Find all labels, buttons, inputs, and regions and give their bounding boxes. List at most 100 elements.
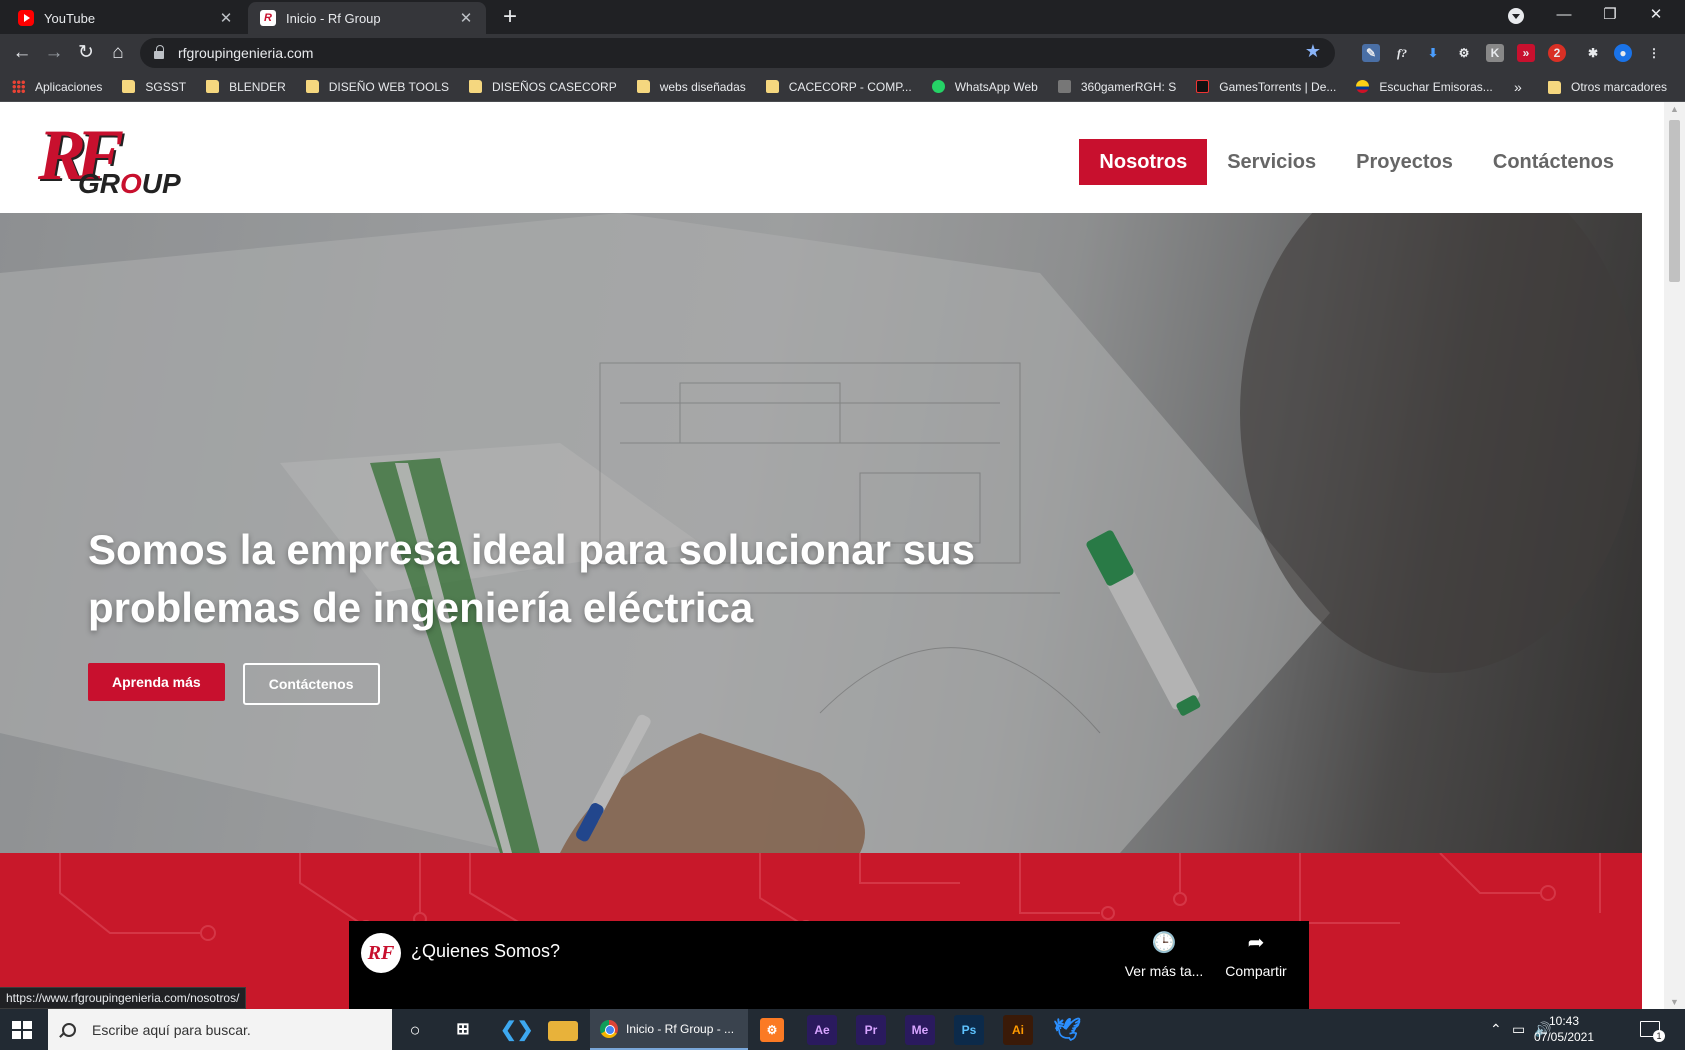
bookmark-sgsst[interactable]: SGSST xyxy=(122,80,186,94)
main-navigation: Nosotros Servicios Proyectos Contáctenos xyxy=(1079,139,1634,185)
folder-icon xyxy=(1548,80,1561,94)
menu-kebab-icon[interactable]: ⋮ xyxy=(1645,44,1663,62)
tray-chevron-icon[interactable]: ⌃ xyxy=(1490,1009,1502,1050)
scrollbar-thumb[interactable] xyxy=(1669,120,1680,282)
bookmark-cacecorp[interactable]: CACECORP - COMP... xyxy=(765,79,912,94)
forward-icon[interactable]: → xyxy=(40,39,68,67)
bookmark-star-icon[interactable]: ★ xyxy=(1305,41,1321,62)
nav-contactenos[interactable]: Contáctenos xyxy=(1473,139,1634,185)
bookmark-webs-disenadas[interactable]: webs diseñadas xyxy=(636,79,746,94)
bookmark-emisoras[interactable]: Escuchar Emisoras... xyxy=(1356,80,1493,94)
channel-logo[interactable]: RF xyxy=(361,933,401,973)
profile-avatar-icon[interactable]: ● xyxy=(1614,44,1632,62)
embedded-video-header[interactable]: RF ¿Quienes Somos? 🕒 Ver más ta... ➦ Com… xyxy=(349,921,1309,1009)
hero-title: Somos la empresa ideal para solucionar s… xyxy=(88,526,976,631)
bookmark-whatsapp[interactable]: WhatsApp Web xyxy=(931,80,1038,94)
nav-servicios[interactable]: Servicios xyxy=(1207,139,1336,185)
extensions-puzzle-icon[interactable]: ✱ xyxy=(1584,44,1602,62)
bookmark-360gamer[interactable]: 360gamerRGH: S xyxy=(1057,80,1176,94)
task-view-icon[interactable]: ⊞ xyxy=(448,1015,478,1045)
extension-k-icon[interactable]: K xyxy=(1486,44,1504,62)
after-effects-icon[interactable]: Ae xyxy=(807,1015,837,1045)
scroll-up-icon[interactable]: ▲ xyxy=(1670,104,1679,114)
bird-app-icon[interactable]: 🕊 xyxy=(1052,1015,1082,1045)
bookmark-label: webs diseñadas xyxy=(659,79,746,94)
notifications-icon[interactable]: 1 xyxy=(1640,1021,1665,1042)
share-button[interactable]: ➦ Compartir xyxy=(1211,931,1301,979)
scroll-down-icon[interactable]: ▼ xyxy=(1670,997,1679,1007)
vscode-icon[interactable]: ❮❯ xyxy=(500,1015,534,1045)
extension-gear-icon[interactable]: ⚙ xyxy=(1455,44,1473,62)
extension-red-icon[interactable]: » xyxy=(1517,44,1535,62)
link-status-bubble: https://www.rfgroupingenieria.com/nosotr… xyxy=(0,987,247,1009)
extension-font-icon[interactable]: f? xyxy=(1393,44,1411,62)
restore-icon[interactable]: ❐ xyxy=(1587,0,1633,30)
extension-badge-icon[interactable]: 2 xyxy=(1548,44,1566,62)
windows-taskbar: Escribe aquí para buscar. ○ ⊞ ❮❯ Inicio … xyxy=(0,1009,1685,1050)
page-viewport: RF GROUP Nosotros Servicios Proyectos Co… xyxy=(0,102,1664,1009)
premiere-icon[interactable]: Pr xyxy=(856,1015,886,1045)
bookmark-blender[interactable]: BLENDER xyxy=(206,80,286,94)
whatsapp-icon xyxy=(931,80,945,93)
watch-later-label: Ver más ta... xyxy=(1124,963,1204,979)
taskbar-clock[interactable]: 10:43 07/05/2021 xyxy=(1528,1013,1600,1045)
url-text[interactable]: rfgroupingenieria.com xyxy=(178,45,313,61)
bookmark-gamestorrents[interactable]: GamesTorrents | De... xyxy=(1196,80,1336,94)
file-explorer-icon[interactable] xyxy=(548,1021,578,1041)
tab-title: YouTube xyxy=(44,10,96,26)
clock-time: 10:43 xyxy=(1548,1014,1580,1028)
new-tab-button[interactable]: + xyxy=(496,4,524,32)
extension-download-icon[interactable]: ⬇ xyxy=(1424,44,1442,62)
cortana-icon[interactable]: ○ xyxy=(400,1015,430,1045)
search-icon xyxy=(62,1022,76,1037)
learn-more-button[interactable]: Aprenda más xyxy=(88,663,225,701)
watch-later-button[interactable]: 🕒 Ver más ta... xyxy=(1119,931,1209,979)
rfgroup-logo[interactable]: RF GROUP xyxy=(38,115,188,204)
xampp-icon[interactable]: ⚙ xyxy=(760,1018,784,1042)
back-icon[interactable]: ← xyxy=(8,39,36,67)
other-bookmarks[interactable]: Otros marcadores xyxy=(1548,72,1667,102)
folder-icon xyxy=(469,80,483,93)
tab-search-icon[interactable] xyxy=(1508,8,1524,24)
share-label: Compartir xyxy=(1225,963,1287,979)
windows-start-icon[interactable] xyxy=(8,1019,36,1041)
minimize-icon[interactable]: — xyxy=(1541,0,1587,30)
video-title[interactable]: ¿Quienes Somos? xyxy=(411,941,560,962)
nav-proyectos[interactable]: Proyectos xyxy=(1336,139,1473,185)
contact-button[interactable]: Contáctenos xyxy=(242,663,380,705)
bookmark-label: DISEÑO WEB TOOLS xyxy=(328,79,450,94)
extension-pen-icon[interactable]: ✎ xyxy=(1362,44,1380,62)
bookmark-apps[interactable]: Aplicaciones xyxy=(12,80,102,94)
bookmarks-overflow-button[interactable]: » xyxy=(1514,79,1522,95)
page-scrollbar[interactable]: ▲ ▼ xyxy=(1664,102,1685,1009)
tab-youtube[interactable]: YouTube ✕ xyxy=(6,2,246,34)
chrome-icon xyxy=(600,1019,618,1038)
network-icon[interactable]: ▭ xyxy=(1512,1009,1525,1050)
bookmark-disenos-casecorp[interactable]: DISEÑOS CASECORP xyxy=(469,80,617,94)
bookmark-diseno-web-tools[interactable]: DISEÑO WEB TOOLS xyxy=(305,79,450,94)
share-icon: ➦ xyxy=(1247,932,1265,954)
bookmark-label: SGSST xyxy=(145,79,187,94)
media-encoder-icon[interactable]: Me xyxy=(905,1015,935,1045)
close-window-icon[interactable]: ✕ xyxy=(1633,0,1679,30)
chrome-window-label: Inicio - Rf Group - ... xyxy=(626,1021,735,1036)
youtube-icon xyxy=(18,10,34,26)
tab-close-icon[interactable]: ✕ xyxy=(458,9,474,27)
illustrator-icon[interactable]: Ai xyxy=(1003,1015,1033,1045)
bookmark-label: CACECORP - COMP... xyxy=(788,79,912,94)
taskbar-chrome-window[interactable]: Inicio - Rf Group - ... xyxy=(590,1009,748,1050)
photoshop-icon[interactable]: Ps xyxy=(954,1015,984,1045)
tab-rfgroup[interactable]: R Inicio - Rf Group ✕ xyxy=(248,2,486,34)
taskbar-search-box[interactable]: Escribe aquí para buscar. xyxy=(48,1009,392,1050)
folder-icon xyxy=(636,80,650,93)
address-bar[interactable]: rfgroupingenieria.com ★ xyxy=(140,38,1335,68)
bookmark-label: Otros marcadores xyxy=(1571,80,1668,94)
bookmark-label: GamesTorrents | De... xyxy=(1219,79,1337,94)
site-header: RF GROUP Nosotros Servicios Proyectos Co… xyxy=(0,102,1664,213)
home-icon[interactable]: ⌂ xyxy=(104,39,132,67)
search-placeholder: Escribe aquí para buscar. xyxy=(92,1021,251,1038)
nav-nosotros[interactable]: Nosotros xyxy=(1079,139,1208,185)
lock-icon[interactable] xyxy=(154,45,164,59)
tab-close-icon[interactable]: ✕ xyxy=(218,9,234,27)
reload-icon[interactable]: ↻ xyxy=(72,39,100,67)
